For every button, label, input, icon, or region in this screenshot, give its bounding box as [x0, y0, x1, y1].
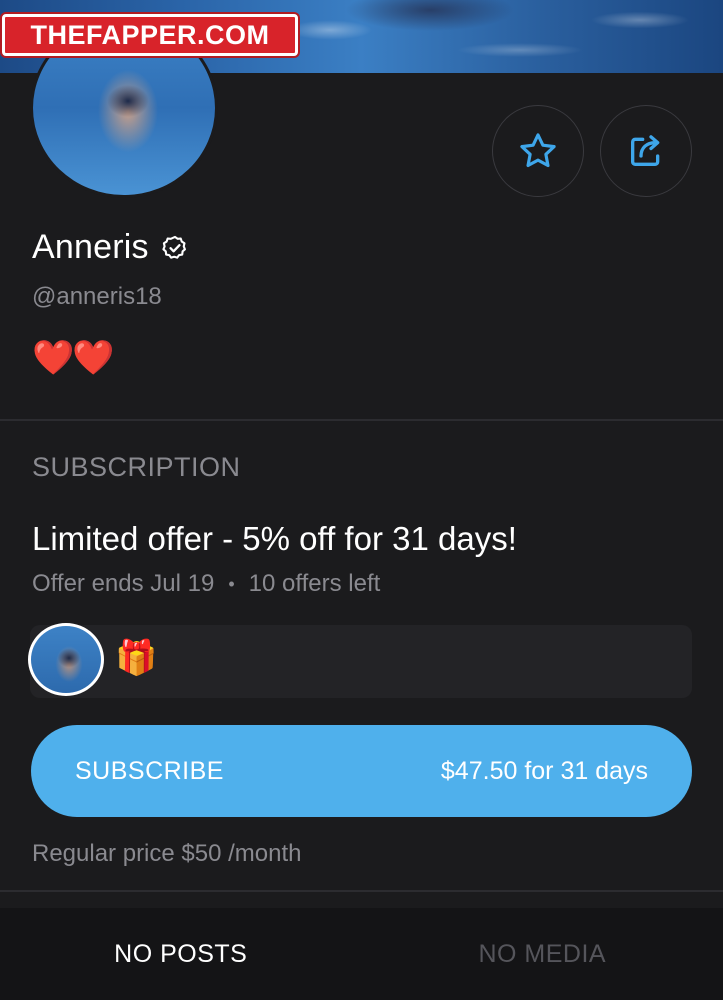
- watermark-text: THEFAPPER.COM: [30, 19, 270, 50]
- divider: [0, 419, 723, 421]
- content-tabs: NO POSTS NO MEDIA: [0, 908, 723, 1000]
- tab-posts[interactable]: NO POSTS: [0, 908, 362, 1000]
- verified-badge-icon: [161, 233, 191, 263]
- gift-icon: 🎁: [115, 639, 158, 677]
- profile-handle: @anneris18: [32, 283, 162, 310]
- subscribe-button[interactable]: SUBSCRIBE $47.50 for 31 days: [31, 725, 692, 817]
- share-icon: [631, 135, 660, 166]
- divider: [0, 890, 723, 892]
- offer-avatar: [28, 623, 104, 696]
- subscribe-price: $47.50 for 31 days: [440, 756, 648, 785]
- star-icon: [520, 133, 556, 168]
- subscription-heading: SUBSCRIPTION: [32, 452, 241, 482]
- profile-page: THEFAPPER.COM Anneris @anneris18 ❤️❤️ SU…: [0, 0, 723, 1000]
- offer-meta: Offer ends Jul 19 • 10 offers left: [32, 570, 380, 598]
- offer-ends: Offer ends Jul 19: [32, 570, 215, 597]
- watermark-logo: THEFAPPER.COM: [2, 14, 298, 56]
- regular-price: Regular price $50 /month: [32, 840, 302, 867]
- meta-separator: •: [228, 573, 235, 594]
- favorite-button[interactable]: [492, 105, 584, 197]
- subscribe-label: SUBSCRIBE: [75, 756, 224, 785]
- profile-bio: ❤️❤️: [32, 339, 115, 377]
- share-button[interactable]: [600, 105, 692, 197]
- profile-name: Anneris: [32, 228, 149, 266]
- offers-left: 10 offers left: [248, 570, 381, 597]
- profile-name-row: Anneris: [32, 228, 191, 267]
- offer-title: Limited offer - 5% off for 31 days!: [32, 520, 517, 557]
- tab-media[interactable]: NO MEDIA: [362, 908, 723, 1000]
